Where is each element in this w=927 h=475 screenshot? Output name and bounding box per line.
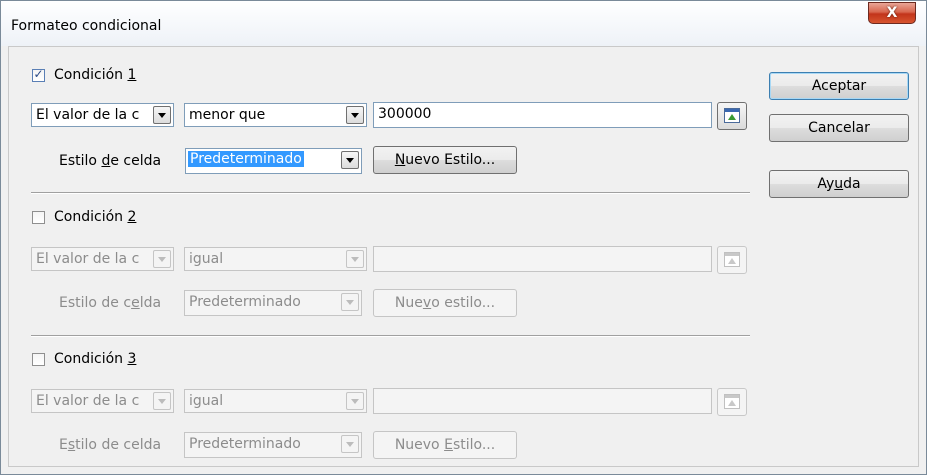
shrink-dialog-icon <box>724 252 740 267</box>
cancel-button[interactable]: Cancelar <box>769 114 909 142</box>
condition-3-style-select[interactable]: Predeterminado <box>184 432 362 458</box>
condition-2-label: Condición 2 <box>54 209 136 225</box>
condition-3-type-select[interactable]: El valor de la c <box>31 389 174 413</box>
chevron-down-icon <box>346 158 354 163</box>
condition-3-shrink-button[interactable] <box>717 388 747 416</box>
button-text: Nuevo <box>394 437 445 453</box>
condition-1-type-select[interactable]: El valor de la c <box>31 103 174 127</box>
condition-1-checkbox[interactable]: ✓ <box>32 67 45 82</box>
separator <box>31 192 750 194</box>
label-accesskey: 2 <box>127 209 137 225</box>
dropdown-button[interactable] <box>153 106 171 124</box>
condition-2-checkbox[interactable] <box>32 211 45 224</box>
title-bar: Formateo condicional X <box>1 1 926 46</box>
label-accesskey: 1 <box>127 67 137 83</box>
chevron-down-icon <box>158 399 166 404</box>
select-value: igual <box>189 393 224 409</box>
select-value: menor que <box>189 107 266 123</box>
dropdown-button[interactable] <box>346 106 364 124</box>
shrink-dialog-icon <box>724 108 740 123</box>
condition-3-checkbox[interactable] <box>32 353 45 366</box>
button-text: o estilo... <box>431 295 496 311</box>
condition-2-shrink-button[interactable] <box>717 246 747 274</box>
condition-1-value-input[interactable]: 300000 <box>373 102 712 128</box>
button-accesskey: E <box>444 437 453 453</box>
button-text: da <box>843 176 861 192</box>
chevron-down-icon <box>346 300 354 305</box>
condition-2-type-select[interactable]: El valor de la c <box>31 247 174 271</box>
condition-2-new-style-button[interactable]: Nuevo estilo... <box>373 289 517 317</box>
label-accesskey: d <box>101 153 111 169</box>
label-accesskey: e <box>131 295 140 311</box>
checkmark-icon: ✓ <box>33 67 44 81</box>
select-value: igual <box>189 251 224 267</box>
label-text: Estilo <box>59 153 102 169</box>
button-accesskey: v <box>422 295 432 311</box>
chevron-down-icon <box>346 442 354 447</box>
select-value: El valor de la c <box>36 107 140 123</box>
chevron-down-icon <box>351 113 359 118</box>
condition-1-label: Condición 1 <box>54 67 136 83</box>
label-accesskey: 3 <box>127 351 137 367</box>
dialog-body: ✓ Condición 1 El valor de la c menor que… <box>8 46 919 467</box>
help-button[interactable]: Ayuda <box>769 170 909 198</box>
button-text: Cancelar <box>808 120 870 136</box>
label-text: tilo de celda <box>75 437 162 453</box>
input-value: 300000 <box>378 106 432 122</box>
dropdown-button[interactable] <box>341 435 359 453</box>
label-text: lda <box>139 295 162 311</box>
dropdown-button[interactable] <box>341 293 359 311</box>
close-button[interactable]: X <box>868 2 916 24</box>
select-value: Predeterminado <box>188 151 304 167</box>
select-value: Predeterminado <box>189 294 301 310</box>
condition-2-style-label: Estilo de celda <box>59 295 161 311</box>
button-accesskey: N <box>394 152 406 168</box>
label-text: e celda <box>110 153 162 169</box>
button-accesskey: u <box>834 176 844 192</box>
condition-1-operator-select[interactable]: menor que <box>184 103 367 127</box>
dropdown-button[interactable] <box>341 151 359 169</box>
label-text: Condición <box>54 209 128 225</box>
button-text: uevo Estilo... <box>405 152 496 168</box>
condition-3-label: Condición 3 <box>54 351 136 367</box>
button-text: Ay <box>817 176 835 192</box>
condition-1-shrink-button[interactable] <box>717 102 747 130</box>
chevron-down-icon <box>351 399 359 404</box>
condition-2-value-input[interactable] <box>373 246 712 272</box>
chevron-down-icon <box>351 257 359 262</box>
select-value: Predeterminado <box>189 436 301 452</box>
dropdown-button[interactable] <box>346 250 364 268</box>
select-value: El valor de la c <box>36 251 140 267</box>
label-text: Condición <box>54 351 128 367</box>
button-text: Aceptar <box>811 78 867 94</box>
button-text: stilo... <box>452 437 496 453</box>
condition-1-style-label: Estilo de celda <box>59 153 161 169</box>
window-title: Formateo condicional <box>11 18 162 34</box>
dropdown-button[interactable] <box>153 250 171 268</box>
condition-3-value-input[interactable] <box>373 388 712 414</box>
dropdown-button[interactable] <box>153 392 171 410</box>
condition-1-new-style-button[interactable]: Nuevo Estilo... <box>373 146 517 174</box>
chevron-down-icon <box>158 113 166 118</box>
label-text: E <box>59 437 68 453</box>
condition-2-operator-select[interactable]: igual <box>184 247 367 271</box>
condition-2-style-select[interactable]: Predeterminado <box>184 290 362 316</box>
shrink-dialog-icon <box>724 394 740 409</box>
separator <box>31 335 750 337</box>
button-text: Nue <box>394 295 423 311</box>
condition-3-style-label: Estilo de celda <box>59 437 161 453</box>
condition-3-operator-select[interactable]: igual <box>184 389 367 413</box>
chevron-down-icon <box>158 257 166 262</box>
label-text: Estilo de c <box>59 295 132 311</box>
condition-1-style-select[interactable]: Predeterminado <box>185 148 362 174</box>
close-icon: X <box>886 5 898 21</box>
select-value: El valor de la c <box>36 393 140 409</box>
label-text: Condición <box>54 67 128 83</box>
ok-button[interactable]: Aceptar <box>769 72 909 100</box>
dropdown-button[interactable] <box>346 392 364 410</box>
condition-3-new-style-button[interactable]: Nuevo Estilo... <box>373 431 517 459</box>
conditional-formatting-dialog: Formateo condicional X ✓ Condición 1 El … <box>0 0 927 475</box>
